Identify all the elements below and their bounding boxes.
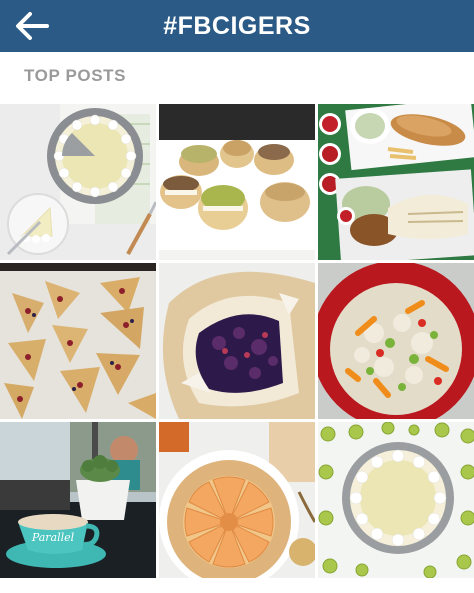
- post-image: [0, 104, 156, 260]
- bottom-spacer: [0, 578, 474, 593]
- post-thumbnail-key-lime-pie-limes[interactable]: [318, 422, 474, 578]
- post-thumbnail-latte-cactus[interactable]: Parallel: [0, 422, 156, 578]
- post-thumbnail-berry-scones[interactable]: [0, 263, 156, 419]
- post-image: [159, 422, 315, 578]
- back-button[interactable]: [10, 6, 54, 46]
- page-title: #FBCIGERS: [163, 11, 311, 40]
- post-thumbnail-cream-puffs[interactable]: [159, 104, 315, 260]
- cup-text: Parallel: [31, 531, 75, 544]
- post-thumbnail-peach-galette[interactable]: [159, 422, 315, 578]
- post-image: [318, 263, 474, 419]
- post-image: [318, 422, 474, 578]
- post-image: [0, 263, 156, 419]
- post-thumbnail-fish-and-chips[interactable]: [318, 104, 474, 260]
- header-bar: #FBCIGERS: [0, 0, 474, 52]
- post-image: [159, 104, 315, 260]
- post-image: [159, 263, 315, 419]
- post-thumbnail-blueberry-galette[interactable]: [159, 263, 315, 419]
- post-image: [318, 104, 474, 260]
- post-image: Parallel: [0, 422, 156, 578]
- post-thumbnail-rice-salad[interactable]: [318, 263, 474, 419]
- post-thumbnail-key-lime-pie[interactable]: [0, 104, 156, 260]
- back-arrow-icon: [16, 12, 49, 40]
- section-label-top-posts: TOP POSTS: [24, 66, 127, 85]
- posts-grid: Parallel: [0, 104, 474, 578]
